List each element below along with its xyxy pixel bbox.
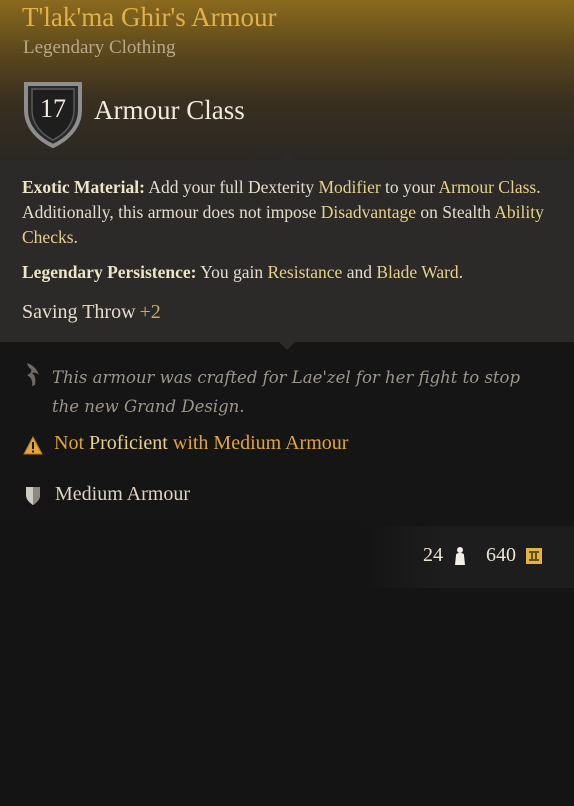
warning-not: Not bbox=[54, 432, 84, 454]
saving-throw-bonus: +2 bbox=[139, 301, 161, 323]
price-value: 640 bbox=[486, 544, 516, 566]
keyword-resistance[interactable]: Resistance bbox=[267, 262, 342, 282]
passive-text: You gain bbox=[196, 262, 268, 282]
keyword-armour-class[interactable]: Armour Class bbox=[439, 177, 537, 197]
keyword-modifier[interactable]: Modifier bbox=[318, 177, 380, 197]
weight-icon bbox=[455, 547, 465, 565]
keyword-disadvantage[interactable]: Disadvantage bbox=[321, 202, 416, 222]
passive-text: and bbox=[342, 262, 377, 282]
flavor-text: This armour was crafted for Lae'zel for … bbox=[52, 368, 521, 416]
passive-text: . bbox=[73, 227, 78, 247]
description-notch-top bbox=[279, 152, 295, 160]
exotic-material-passive: Exotic Material: Add your full Dexterity… bbox=[22, 175, 552, 250]
keyword-blade-ward[interactable]: Blade Ward bbox=[376, 262, 458, 282]
warning-icon bbox=[23, 436, 43, 455]
armour-class-label: Armour Class bbox=[94, 95, 245, 125]
passive-text: on Stealth bbox=[416, 202, 495, 222]
passive-text: Add your full Dexterity bbox=[144, 177, 319, 197]
saving-throw-label: Saving Throw bbox=[22, 301, 136, 323]
legendary-persistence-passive: Legendary Persistence: You gain Resistan… bbox=[22, 260, 552, 285]
item-rarity-type: Legendary Clothing bbox=[23, 37, 176, 58]
saving-throw: Saving Throw +2 bbox=[22, 301, 161, 324]
proficiency-warning: Not Proficient with Medium Armour bbox=[54, 432, 348, 455]
quill-icon bbox=[27, 363, 39, 386]
weight-value: 24 bbox=[423, 544, 443, 566]
medium-armour-shield-icon bbox=[26, 487, 40, 505]
passive-text: . bbox=[458, 262, 464, 282]
warning-proficient: Proficient bbox=[84, 432, 173, 454]
passive-name: Exotic Material: bbox=[22, 177, 145, 197]
passive-name: Legendary Persistence: bbox=[22, 262, 197, 282]
warning-category: with Medium Armour bbox=[172, 432, 349, 454]
gold-coin-icon bbox=[526, 548, 542, 564]
armour-type: Medium Armour bbox=[55, 483, 190, 505]
description-notch-bottom bbox=[279, 342, 295, 350]
item-name: T'lak'ma Ghir's Armour bbox=[22, 2, 277, 32]
armour-class-value: 17 bbox=[40, 94, 66, 123]
passive-text: to your bbox=[380, 177, 439, 197]
